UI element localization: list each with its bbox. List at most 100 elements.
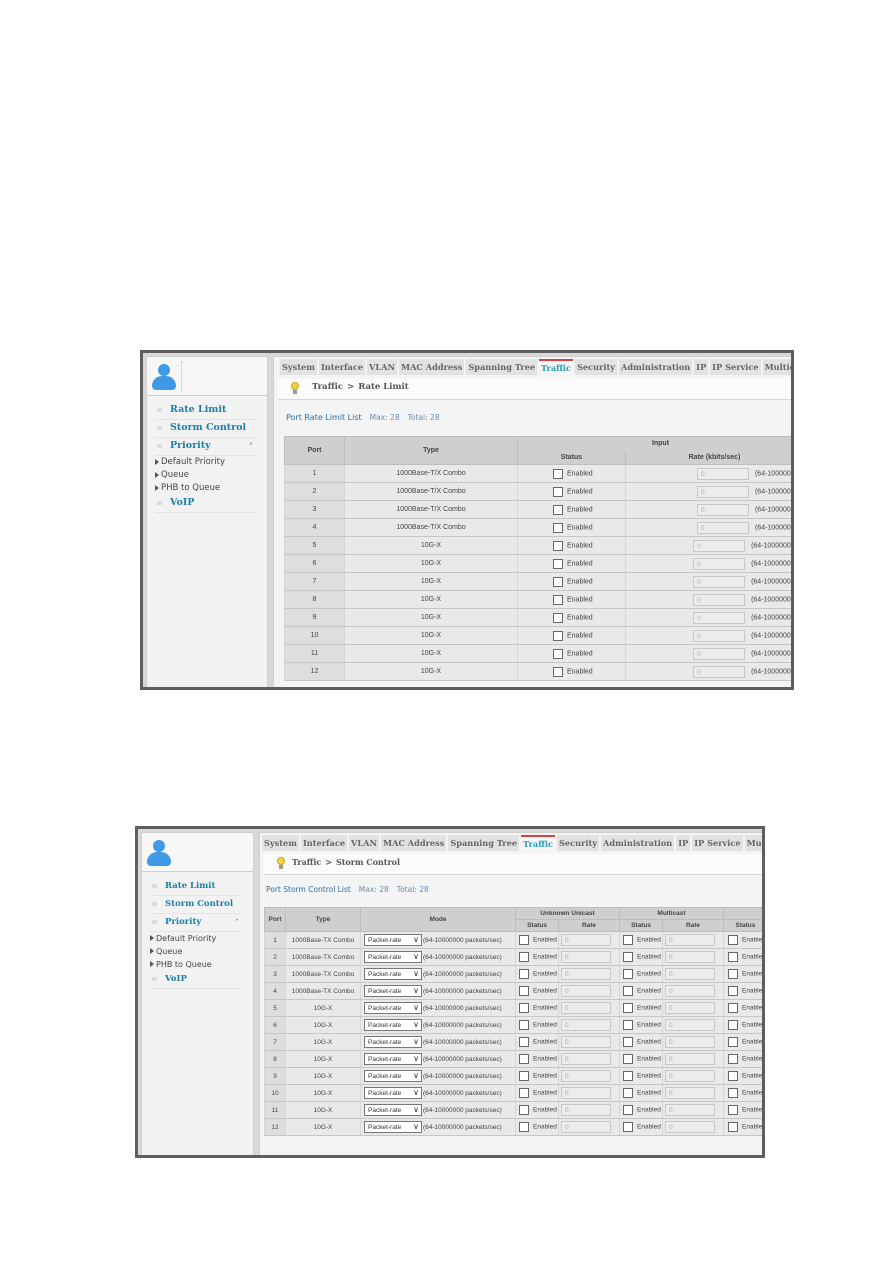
broadcast-enabled-checkbox[interactable] (728, 952, 738, 962)
rate-input[interactable]: 0 (693, 539, 746, 552)
multicast-rate-input[interactable]: 0 (665, 1019, 715, 1031)
sidebar-item-storm-control[interactable]: Storm Control (155, 420, 255, 438)
rate-input[interactable]: 0 (696, 467, 749, 480)
broadcast-enabled-checkbox[interactable] (728, 1105, 738, 1115)
multicast-rate-input[interactable]: 0 (665, 1070, 715, 1082)
tab-ip-service[interactable]: IP Service (692, 835, 743, 851)
unknown-unicast-rate-input[interactable]: 0 (561, 968, 611, 980)
enabled-checkbox[interactable] (553, 666, 563, 677)
unknown-unicast-rate-input[interactable]: 0 (561, 1104, 611, 1116)
unknown-unicast-rate-input[interactable]: 0 (561, 1036, 611, 1048)
broadcast-enabled-checkbox[interactable] (728, 1122, 738, 1132)
unknown-unicast-rate-input[interactable]: 0 (561, 985, 611, 997)
mode-select[interactable]: Packet-rate ∨ (364, 1019, 422, 1031)
sidebar-item-rate-limit[interactable]: Rate Limit (150, 878, 241, 896)
mode-select[interactable]: Packet-rate ∨ (364, 1053, 422, 1065)
tab-ip[interactable]: IP (694, 359, 709, 375)
rate-input[interactable]: 0 (693, 647, 746, 660)
tab-administration[interactable]: Administration (601, 835, 675, 851)
multicast-enabled-checkbox[interactable] (623, 952, 633, 962)
enabled-checkbox[interactable] (553, 540, 563, 551)
multicast-rate-input[interactable]: 0 (665, 1104, 715, 1116)
tab-traffic[interactable]: Traffic (521, 835, 555, 853)
sidebar-subitem-default-priority[interactable]: Default Priority (147, 456, 267, 469)
mode-select[interactable]: Packet-rate ∨ (364, 951, 422, 963)
tab-security[interactable]: Security (574, 359, 618, 375)
broadcast-enabled-checkbox[interactable] (728, 1054, 738, 1064)
sidebar-item-voip[interactable]: VoIP (150, 971, 241, 989)
rate-input[interactable]: 0 (696, 521, 749, 534)
unknown-unicast-rate-input[interactable]: 0 (561, 1121, 611, 1133)
rate-input[interactable]: 0 (696, 503, 749, 516)
multicast-rate-input[interactable]: 0 (665, 1036, 715, 1048)
unknown-unicast-enabled-checkbox[interactable] (519, 1105, 529, 1115)
tab-multicast[interactable]: Multicast (744, 835, 762, 851)
mode-select[interactable]: Packet-rate ∨ (364, 1036, 422, 1048)
broadcast-enabled-checkbox[interactable] (728, 1071, 738, 1081)
broadcast-enabled-checkbox[interactable] (728, 1020, 738, 1030)
multicast-rate-input[interactable]: 0 (665, 1053, 715, 1065)
broadcast-enabled-checkbox[interactable] (728, 986, 738, 996)
rate-input[interactable]: 0 (693, 629, 746, 642)
rate-input[interactable]: 0 (696, 485, 749, 498)
multicast-enabled-checkbox[interactable] (623, 1105, 633, 1115)
multicast-enabled-checkbox[interactable] (623, 935, 633, 945)
mode-select[interactable]: Packet-rate ∨ (364, 1087, 422, 1099)
mode-select[interactable]: Packet-rate ∨ (364, 1070, 422, 1082)
unknown-unicast-rate-input[interactable]: 0 (561, 1070, 611, 1082)
unknown-unicast-enabled-checkbox[interactable] (519, 1071, 529, 1081)
unknown-unicast-enabled-checkbox[interactable] (519, 986, 529, 996)
tab-traffic[interactable]: Traffic (539, 359, 573, 377)
sidebar-item-voip[interactable]: VoIP (155, 495, 255, 513)
enabled-checkbox[interactable] (553, 594, 563, 605)
unknown-unicast-rate-input[interactable]: 0 (561, 951, 611, 963)
tab-vlan[interactable]: VLAN (367, 359, 397, 375)
sidebar-item-storm-control[interactable]: Storm Control (150, 896, 241, 914)
unknown-unicast-enabled-checkbox[interactable] (519, 1054, 529, 1064)
unknown-unicast-rate-input[interactable]: 0 (561, 934, 611, 946)
tab-ip-service[interactable]: IP Service (710, 359, 761, 375)
unknown-unicast-enabled-checkbox[interactable] (519, 1088, 529, 1098)
multicast-enabled-checkbox[interactable] (623, 969, 633, 979)
multicast-rate-input[interactable]: 0 (665, 968, 715, 980)
tab-security[interactable]: Security (556, 835, 600, 851)
sidebar-subitem-default-priority[interactable]: Default Priority (142, 932, 253, 945)
unknown-unicast-enabled-checkbox[interactable] (519, 1003, 529, 1013)
tab-mac-address[interactable]: MAC Address (399, 359, 465, 375)
multicast-rate-input[interactable]: 0 (665, 985, 715, 997)
broadcast-enabled-checkbox[interactable] (728, 935, 738, 945)
mode-select[interactable]: Packet-rate ∨ (364, 1121, 422, 1133)
broadcast-enabled-checkbox[interactable] (728, 1088, 738, 1098)
mode-select[interactable]: Packet-rate ∨ (364, 934, 422, 946)
multicast-rate-input[interactable]: 0 (665, 1121, 715, 1133)
rate-input[interactable]: 0 (693, 611, 746, 624)
multicast-enabled-checkbox[interactable] (623, 1088, 633, 1098)
multicast-enabled-checkbox[interactable] (623, 1003, 633, 1013)
multicast-rate-input[interactable]: 0 (665, 1002, 715, 1014)
mode-select[interactable]: Packet-rate ∨ (364, 1104, 422, 1116)
enabled-checkbox[interactable] (553, 486, 563, 497)
broadcast-enabled-checkbox[interactable] (728, 1003, 738, 1013)
unknown-unicast-rate-input[interactable]: 0 (561, 1019, 611, 1031)
sidebar-item-rate-limit[interactable]: Rate Limit (155, 402, 255, 420)
unknown-unicast-enabled-checkbox[interactable] (519, 1037, 529, 1047)
tab-system[interactable]: System (262, 835, 299, 851)
tab-interface[interactable]: Interface (318, 359, 366, 375)
unknown-unicast-enabled-checkbox[interactable] (519, 1020, 529, 1030)
multicast-enabled-checkbox[interactable] (623, 1037, 633, 1047)
broadcast-enabled-checkbox[interactable] (728, 1037, 738, 1047)
multicast-rate-input[interactable]: 0 (665, 1087, 715, 1099)
double-chevron-up-icon[interactable]: ˄ (235, 914, 239, 930)
breadcrumb-section[interactable]: Traffic (292, 857, 321, 867)
multicast-enabled-checkbox[interactable] (623, 1071, 633, 1081)
tab-spanning-tree[interactable]: Spanning Tree (466, 359, 538, 375)
unknown-unicast-rate-input[interactable]: 0 (561, 1087, 611, 1099)
tab-mac-address[interactable]: MAC Address (381, 835, 447, 851)
sidebar-subitem-queue[interactable]: Queue (142, 945, 253, 958)
enabled-checkbox[interactable] (553, 558, 563, 569)
multicast-rate-input[interactable]: 0 (665, 934, 715, 946)
unknown-unicast-rate-input[interactable]: 0 (561, 1002, 611, 1014)
mode-select[interactable]: Packet-rate ∨ (364, 1002, 422, 1014)
tab-multicast[interactable]: Multicast (762, 359, 791, 375)
unknown-unicast-enabled-checkbox[interactable] (519, 969, 529, 979)
